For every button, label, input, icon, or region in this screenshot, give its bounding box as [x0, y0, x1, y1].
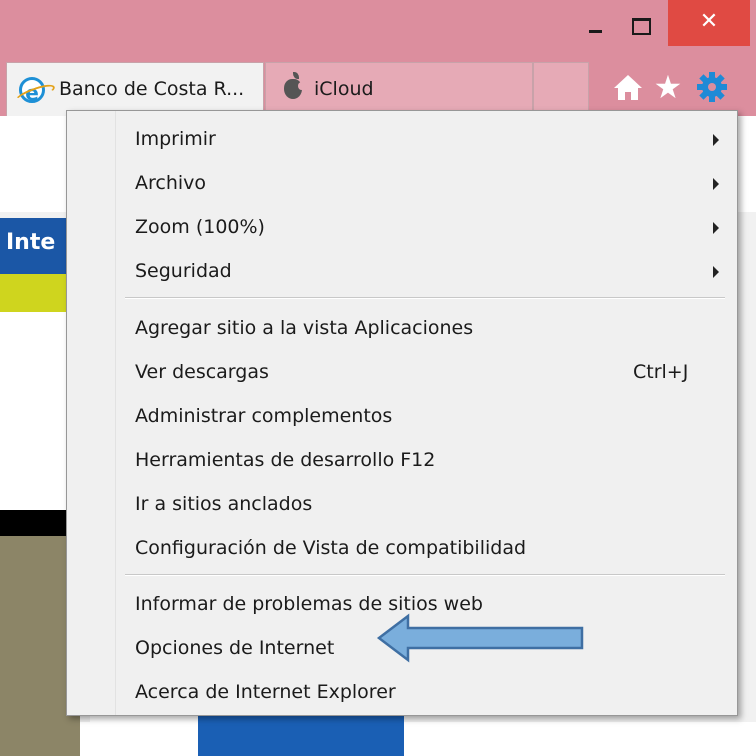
minimize-button[interactable] — [572, 0, 620, 46]
tab-label: Banco de Costa R... — [59, 78, 245, 100]
page-blue-block — [198, 712, 404, 756]
new-tab-button[interactable] — [533, 62, 589, 116]
close-button[interactable]: ✕ — [668, 0, 750, 46]
annotation-arrow-icon — [376, 613, 584, 663]
menu-item-shortcut: Ctrl+J — [633, 361, 689, 383]
page-banner-text: Inte — [6, 230, 56, 255]
minimize-icon — [589, 30, 602, 33]
menu-item-label: Imprimir — [135, 128, 216, 150]
menu-item-label: Seguridad — [135, 260, 232, 282]
submenu-arrow-icon — [713, 134, 719, 146]
gear-icon[interactable] — [695, 70, 729, 104]
submenu-arrow-icon — [713, 266, 719, 278]
menu-item-administrar-complementos[interactable]: Administrar complementos — [67, 394, 737, 438]
title-bar: ✕ — [0, 0, 756, 58]
maximize-icon — [632, 18, 651, 35]
menu-item-imprimir[interactable]: Imprimir — [67, 117, 737, 161]
menu-item-label: Herramientas de desarrollo F12 — [135, 449, 436, 471]
menu-item-label: Administrar complementos — [135, 405, 393, 427]
menu-item-zoom[interactable]: Zoom (100%) — [67, 205, 737, 249]
menu-item-agregar-sitio[interactable]: Agregar sitio a la vista Aplicaciones — [67, 306, 737, 350]
menu-item-label: Zoom (100%) — [135, 216, 265, 238]
menu-item-label: Configuración de Vista de compatibilidad — [135, 537, 527, 559]
menu-item-label: Acerca de Internet Explorer — [135, 681, 396, 703]
tab-label: iCloud — [314, 78, 374, 100]
ie-icon: e — [19, 77, 45, 105]
menu-item-acerca-de[interactable]: Acerca de Internet Explorer — [67, 670, 737, 714]
menu-item-archivo[interactable]: Archivo — [67, 161, 737, 205]
menu-item-label: Archivo — [135, 172, 207, 194]
menu-item-label: Ver descargas — [135, 361, 269, 383]
menu-separator — [125, 297, 725, 299]
submenu-arrow-icon — [713, 178, 719, 190]
menu-item-label: Ir a sitios anclados — [135, 493, 313, 515]
menu-item-vista-compatibilidad[interactable]: Configuración de Vista de compatibilidad — [67, 526, 737, 570]
menu-separator — [125, 574, 725, 576]
apple-icon — [284, 72, 305, 99]
close-icon: ✕ — [699, 9, 719, 34]
menu-item-ver-descargas[interactable]: Ver descargas Ctrl+J — [67, 350, 737, 394]
submenu-arrow-icon — [713, 222, 719, 234]
menu-item-herramientas-desarrollo[interactable]: Herramientas de desarrollo F12 — [67, 438, 737, 482]
menu-item-sitios-anclados[interactable]: Ir a sitios anclados — [67, 482, 737, 526]
home-icon[interactable] — [611, 70, 645, 104]
maximize-button[interactable] — [620, 0, 668, 46]
tab-bar: e Banco de Costa R... iCloud ★ — [0, 58, 756, 116]
tab-banco-costa-rica[interactable]: e Banco de Costa R... — [6, 62, 264, 116]
star-icon[interactable]: ★ — [651, 70, 685, 104]
menu-item-label: Opciones de Internet — [135, 637, 335, 659]
menu-item-seguridad[interactable]: Seguridad — [67, 249, 737, 293]
page-panel-bottom — [90, 712, 198, 756]
menu-item-label: Agregar sitio a la vista Aplicaciones — [135, 317, 474, 339]
tab-icloud[interactable]: iCloud — [265, 62, 533, 116]
